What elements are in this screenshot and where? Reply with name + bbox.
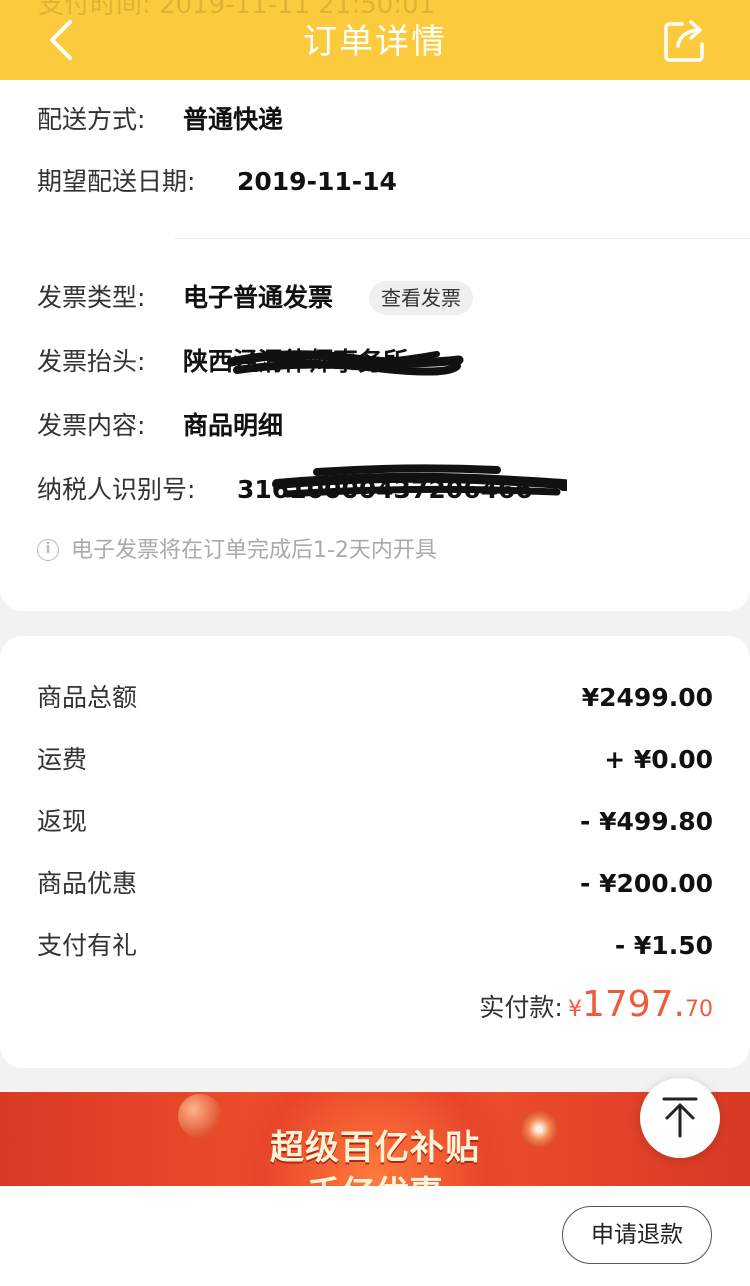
price-summary-card: 商品总额 ¥2499.00 运费 + ¥0.00 返现 - ¥499.80 商品…	[0, 636, 750, 1068]
apply-refund-button[interactable]: 申请退款	[562, 1206, 712, 1264]
share-button[interactable]	[660, 14, 712, 66]
arrow-up-icon	[662, 1097, 698, 1138]
scroll-to-top-button[interactable]	[640, 1078, 720, 1158]
price-label: 支付有礼	[37, 931, 138, 960]
price-label: 商品总额	[37, 683, 138, 712]
delivery-method-value: 普通快递	[183, 105, 284, 134]
price-label: 返现	[37, 807, 88, 836]
delivery-date-value: 2019-11-14	[237, 167, 397, 196]
invoice-type-label: 发票类型:	[37, 283, 146, 312]
total-paid-row: 实付款: ¥1797.70	[479, 980, 713, 1030]
price-row: 支付有礼 - ¥1.50	[37, 926, 713, 966]
invoice-content-value: 商品明细	[183, 411, 284, 440]
delivery-date-label: 期望配送日期:	[37, 167, 196, 196]
share-icon	[664, 20, 704, 62]
info-icon: i	[37, 539, 59, 561]
banner-headline: 超级百亿补贴	[270, 1128, 480, 1168]
divider	[175, 238, 750, 239]
invoice-type-value: 电子普通发票	[183, 283, 334, 312]
redaction-scribble	[272, 464, 567, 498]
total-paid-label: 实付款:	[479, 993, 563, 1022]
price-value: + ¥0.00	[604, 745, 713, 774]
invoice-note-text: 电子发票将在订单完成后1-2天内开具	[71, 538, 437, 563]
header-bar: 支付时间: 2019-11-11 21:50:01 订单详情	[0, 0, 750, 80]
total-currency: ¥	[567, 997, 582, 1022]
delivery-method-label: 配送方式:	[37, 105, 146, 134]
total-amount-decimal: 70	[685, 997, 713, 1022]
page-title: 订单详情	[303, 22, 447, 62]
price-value: - ¥1.50	[614, 931, 713, 960]
price-value: - ¥200.00	[580, 869, 713, 898]
price-row: 商品总额 ¥2499.00	[37, 678, 713, 718]
tax-id-label: 纳税人识别号:	[37, 475, 196, 504]
view-invoice-button[interactable]: 查看发票	[369, 281, 473, 315]
price-value: - ¥499.80	[580, 807, 713, 836]
redaction-scribble	[227, 350, 464, 376]
price-row: 商品优惠 - ¥200.00	[37, 864, 713, 904]
bottom-action-bar: 申请退款	[0, 1186, 750, 1286]
delivery-invoice-card: 配送方式: 普通快递 期望配送日期: 2019-11-14 发票类型: 电子普通…	[0, 80, 750, 611]
invoice-content-label: 发票内容:	[37, 411, 146, 440]
banner-subline: 千亿优惠	[0, 1166, 750, 1186]
price-row: 返现 - ¥499.80	[37, 802, 713, 842]
invoice-title-label: 发票抬头:	[37, 347, 146, 376]
price-value: ¥2499.00	[581, 683, 713, 712]
promo-banner[interactable]: 超级百亿补贴 千亿优惠	[0, 1092, 750, 1186]
price-label: 运费	[37, 745, 88, 774]
total-amount-integer: 1797.	[581, 984, 685, 1025]
price-row: 运费 + ¥0.00	[37, 740, 713, 780]
price-label: 商品优惠	[37, 869, 138, 898]
